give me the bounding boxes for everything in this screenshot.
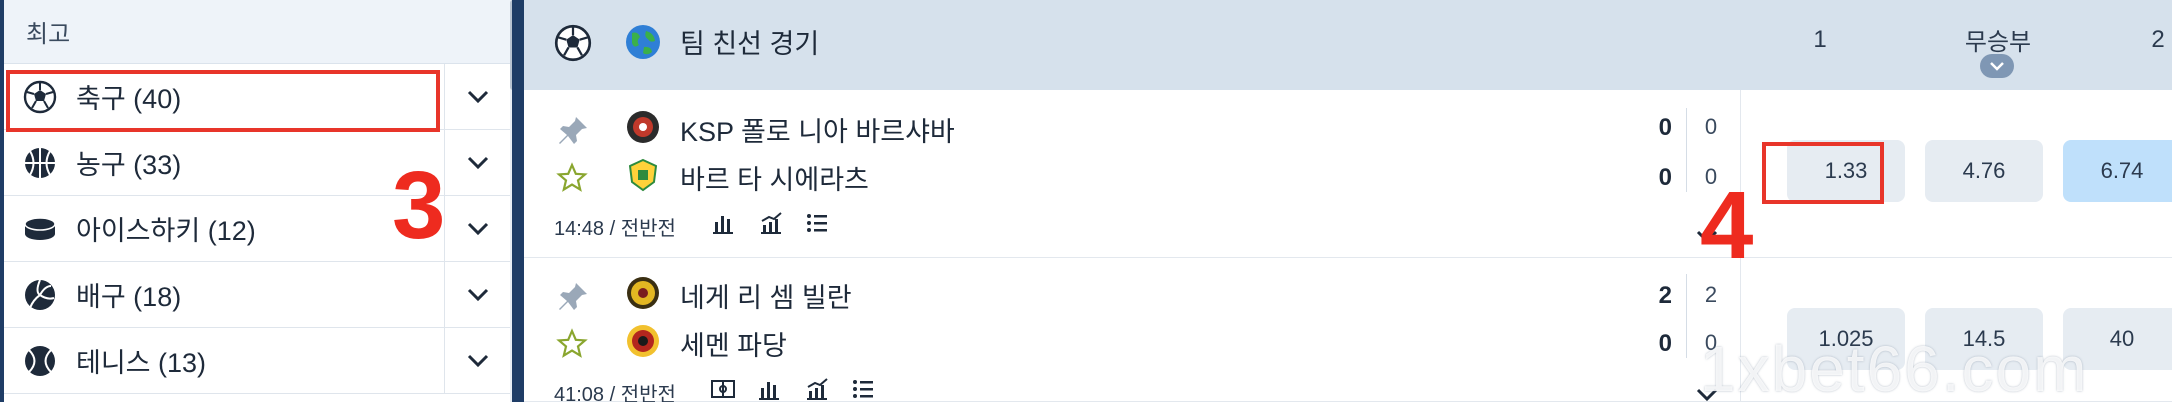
column-header-draw: 무승부 <box>1964 29 2032 56</box>
volleyball-icon <box>22 277 58 313</box>
away-team-name[interactable]: 세멘 파당 <box>680 324 787 363</box>
statistics-bar-icon[interactable] <box>710 210 736 236</box>
step-number-4: 4 <box>1700 172 1754 279</box>
favorite-star-icon[interactable] <box>556 328 588 360</box>
expand-volleyball-button[interactable] <box>444 262 510 328</box>
watermark-text: 1xbet66.com <box>1700 333 2089 402</box>
chevron-down-icon <box>467 222 488 236</box>
expand-soccer-button[interactable] <box>444 64 510 130</box>
away-score: 0 <box>1658 164 1672 191</box>
favorite-star-icon[interactable] <box>556 162 588 194</box>
team-logo-icon <box>627 277 659 309</box>
soccer-ball-icon <box>554 24 592 62</box>
match-info[interactable]: 네게 리 셈 빌란 세멘 파당 2 0 2 0 41:08 / 전반전 <box>524 258 1740 402</box>
sidebar-item-soccer[interactable]: 축구 (40) <box>4 64 510 130</box>
hockey-puck-icon <box>22 211 58 247</box>
home-period-score: 2 <box>1704 282 1718 307</box>
trend-chart-icon[interactable] <box>758 210 784 236</box>
home-score: 0 <box>1658 114 1672 141</box>
team-logo-icon <box>627 325 659 357</box>
field-view-icon[interactable] <box>710 376 736 402</box>
league-header: 팀 친선 경기 1 무승부 2 <box>524 0 2172 90</box>
pin-icon[interactable] <box>556 280 590 314</box>
globe-icon <box>626 25 660 59</box>
step-number-3: 3 <box>392 152 446 259</box>
panel-divider <box>512 0 524 402</box>
chevron-down-icon <box>467 156 488 170</box>
soccer-ball-icon <box>22 79 58 115</box>
odds-column-toggle[interactable] <box>1980 54 2014 78</box>
expand-basketball-button[interactable] <box>444 130 510 196</box>
trend-chart-icon[interactable] <box>804 376 830 402</box>
match-row[interactable]: KSP 폴로 니아 바르샤바 바르 타 시에라츠 0 0 0 0 14:48 /… <box>524 90 2172 258</box>
away-team-name[interactable]: 바르 타 시에라츠 <box>680 158 869 197</box>
score-separator <box>1686 274 1687 358</box>
statistics-bar-icon[interactable] <box>756 376 782 402</box>
odds-area: 1.33 4.76 6.74 <box>1740 90 2172 257</box>
list-icon[interactable] <box>804 210 830 236</box>
home-team-name[interactable]: KSP 폴로 니아 바르샤바 <box>680 110 955 149</box>
chevron-down-icon <box>467 354 488 368</box>
match-info[interactable]: KSP 폴로 니아 바르샤바 바르 타 시에라츠 0 0 0 0 14:48 /… <box>524 90 1740 257</box>
match-time: 14:48 / 전반전 <box>554 218 676 240</box>
column-header-2: 2 <box>2151 26 2165 53</box>
expand-ice-hockey-button[interactable] <box>444 196 510 262</box>
expand-tennis-button[interactable] <box>444 328 510 394</box>
chevron-down-icon <box>467 90 488 104</box>
sidebar-item-volleyball[interactable]: 배구 (18) <box>4 262 510 328</box>
away-score: 0 <box>1658 330 1672 357</box>
basketball-icon <box>22 145 58 181</box>
list-icon[interactable] <box>850 376 876 402</box>
tennis-ball-icon <box>22 343 58 379</box>
score-separator <box>1686 108 1687 192</box>
home-team-name[interactable]: 네게 리 셈 빌란 <box>680 276 852 315</box>
home-period-score: 0 <box>1704 114 1718 139</box>
team-logo-icon <box>627 111 659 143</box>
sidebar-header: 최고 <box>4 0 510 64</box>
odd-draw-button[interactable]: 4.76 <box>1925 140 2043 202</box>
column-header-1: 1 <box>1813 26 1827 53</box>
sidebar-item-tennis[interactable]: 테니스 (13) <box>4 328 510 394</box>
match-time: 41:08 / 전반전 <box>554 384 676 402</box>
chevron-down-icon <box>467 288 488 302</box>
pin-icon[interactable] <box>556 114 590 148</box>
league-title: 팀 친선 경기 <box>680 29 820 59</box>
team-logo-icon <box>628 158 658 192</box>
chevron-down-icon <box>1990 62 2004 71</box>
home-score: 2 <box>1658 282 1672 309</box>
odd-home-win-button[interactable]: 1.33 <box>1787 140 1905 202</box>
odd-away-win-button[interactable]: 6.74 <box>2063 140 2172 202</box>
